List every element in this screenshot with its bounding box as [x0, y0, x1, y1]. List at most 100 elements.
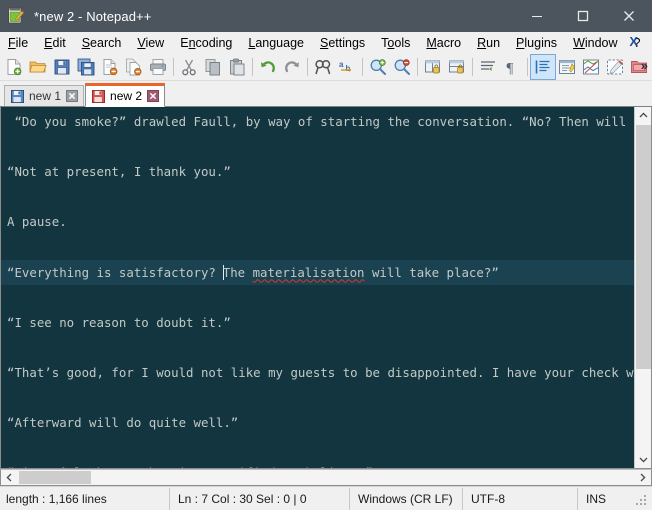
status-line-ending[interactable]: Windows (CR LF) [350, 487, 463, 510]
editor-line: “Not at present, I thank you.” [7, 164, 231, 180]
window-controls [514, 0, 652, 32]
chevron-left-icon[interactable] [1, 470, 18, 485]
chevron-down-icon[interactable] [635, 451, 651, 468]
menu-view[interactable]: View [130, 33, 171, 53]
window-title: *new 2 - Notepad++ [34, 8, 152, 24]
close-button[interactable] [606, 0, 652, 32]
zoom-out-icon[interactable] [390, 55, 414, 79]
tab-new-1[interactable]: new 1 [4, 85, 85, 106]
horizontal-scrollbar-thumb[interactable] [19, 471, 91, 484]
print-icon[interactable] [146, 55, 170, 79]
title-bar: *new 2 - Notepad++ [0, 0, 652, 32]
redo-icon[interactable] [280, 55, 304, 79]
line-text-pre-caret: “Everything is satisfactory? [7, 264, 224, 280]
status-insert-mode[interactable]: INS [578, 488, 626, 510]
cut-icon[interactable] [177, 55, 201, 79]
zoom-in-icon[interactable] [366, 55, 390, 79]
tab-label: new 2 [110, 89, 143, 103]
editor-area: “Do you smoke?” drawled Faull, by way of… [0, 107, 652, 469]
menu-tools[interactable]: Tools [374, 33, 417, 53]
new-file-icon[interactable] [2, 55, 26, 79]
toolbar-separator [252, 58, 253, 76]
save-blue-icon [11, 89, 24, 103]
status-caret-position: Ln : 7 Col : 30 Sel : 0 | 0 [170, 487, 350, 510]
notepad-plus-plus-window: *new 2 - Notepad++ File Edit Search View… [0, 0, 652, 510]
notepad-plus-plus-icon [7, 7, 25, 25]
status-bar: length : 1,166 lines Ln : 7 Col : 30 Sel… [0, 486, 652, 510]
sync-horizontal-icon[interactable] [445, 55, 469, 79]
find-icon[interactable] [311, 55, 335, 79]
menu-run[interactable]: Run [470, 33, 507, 53]
editor-line: “Nine o’clock was the time specified, I … [1, 460, 634, 468]
editor-line: A pause. [7, 214, 67, 230]
close-file-icon[interactable] [98, 55, 122, 79]
menu-plugins[interactable]: Plugins [509, 33, 564, 53]
menu-window[interactable]: Window [566, 33, 624, 53]
menu-file[interactable]: File [1, 33, 35, 53]
sync-vertical-icon[interactable] [421, 55, 445, 79]
chevron-up-icon[interactable] [635, 107, 651, 124]
editor-line: “Afterward will do quite well.” [7, 415, 239, 431]
menu-macro[interactable]: Macro [419, 33, 468, 53]
editor-line: “I see no reason to doubt it.” [7, 314, 231, 330]
toolbar-separator [472, 58, 473, 76]
toolbar-separator [417, 58, 418, 76]
toolbar-overflow-button[interactable]: » [641, 58, 648, 74]
editor-line: “Do you smoke?” drawled Faull, by way of… [7, 114, 634, 129]
tab-close-icon[interactable] [147, 90, 160, 102]
line-text-post-caret-b: will take place?” [364, 264, 499, 280]
undo-icon[interactable] [256, 55, 280, 79]
tab-new-2[interactable]: new 2 [85, 83, 166, 107]
editor-line: “That’s good, for I would not like my gu… [7, 364, 634, 380]
menu-bar: File Edit Search View Encoding Language … [0, 32, 652, 54]
copy-icon[interactable] [201, 55, 225, 79]
paste-icon[interactable] [225, 55, 249, 79]
resize-grip-icon[interactable] [634, 491, 650, 507]
word-wrap-icon[interactable] [476, 55, 500, 79]
save-icon[interactable] [50, 55, 74, 79]
function-list-icon[interactable] [603, 55, 627, 79]
menu-settings[interactable]: Settings [313, 33, 372, 53]
close-document-button[interactable]: X [629, 34, 638, 50]
tab-close-icon[interactable] [66, 90, 79, 102]
minimize-button[interactable] [514, 0, 560, 32]
horizontal-scrollbar[interactable] [0, 469, 652, 486]
menu-language[interactable]: Language [241, 33, 311, 53]
menu-search[interactable]: Search [75, 33, 129, 53]
svg-text:b: b [346, 64, 351, 73]
toolbar-separator [307, 58, 308, 76]
show-all-chars-icon[interactable]: ¶ [500, 55, 524, 79]
menu-edit[interactable]: Edit [37, 33, 73, 53]
toolbar-separator [173, 58, 174, 76]
status-encoding[interactable]: UTF-8 [463, 487, 578, 510]
open-file-icon[interactable] [26, 55, 50, 79]
tab-label: new 1 [29, 89, 62, 103]
editor-line-current: “Everything is satisfactory? The materia… [1, 259, 634, 285]
text-editor[interactable]: “Do you smoke?” drawled Faull, by way of… [1, 107, 634, 468]
document-map-icon[interactable] [579, 55, 603, 79]
svg-text:a: a [339, 60, 344, 69]
replace-icon[interactable]: a b [335, 55, 359, 79]
line-text-post-caret-a: The [222, 264, 253, 280]
chevron-right-icon[interactable] [634, 470, 651, 485]
toolbar: a b ¶ » [0, 54, 652, 81]
vertical-scrollbar-thumb[interactable] [636, 125, 651, 369]
maximize-button[interactable] [560, 0, 606, 32]
tab-bar: new 1 new 2 [0, 81, 652, 107]
indent-guide-icon[interactable] [530, 54, 556, 80]
user-defined-dialog-icon[interactable] [555, 55, 579, 79]
save-all-icon[interactable] [74, 55, 98, 79]
svg-text:¶: ¶ [507, 61, 514, 77]
menu-encoding[interactable]: Encoding [173, 33, 239, 53]
misspelled-word: materialisation [252, 264, 365, 280]
toolbar-separator [527, 58, 528, 76]
vertical-scrollbar[interactable] [634, 107, 651, 468]
toolbar-separator [362, 58, 363, 76]
close-all-icon[interactable] [122, 55, 146, 79]
